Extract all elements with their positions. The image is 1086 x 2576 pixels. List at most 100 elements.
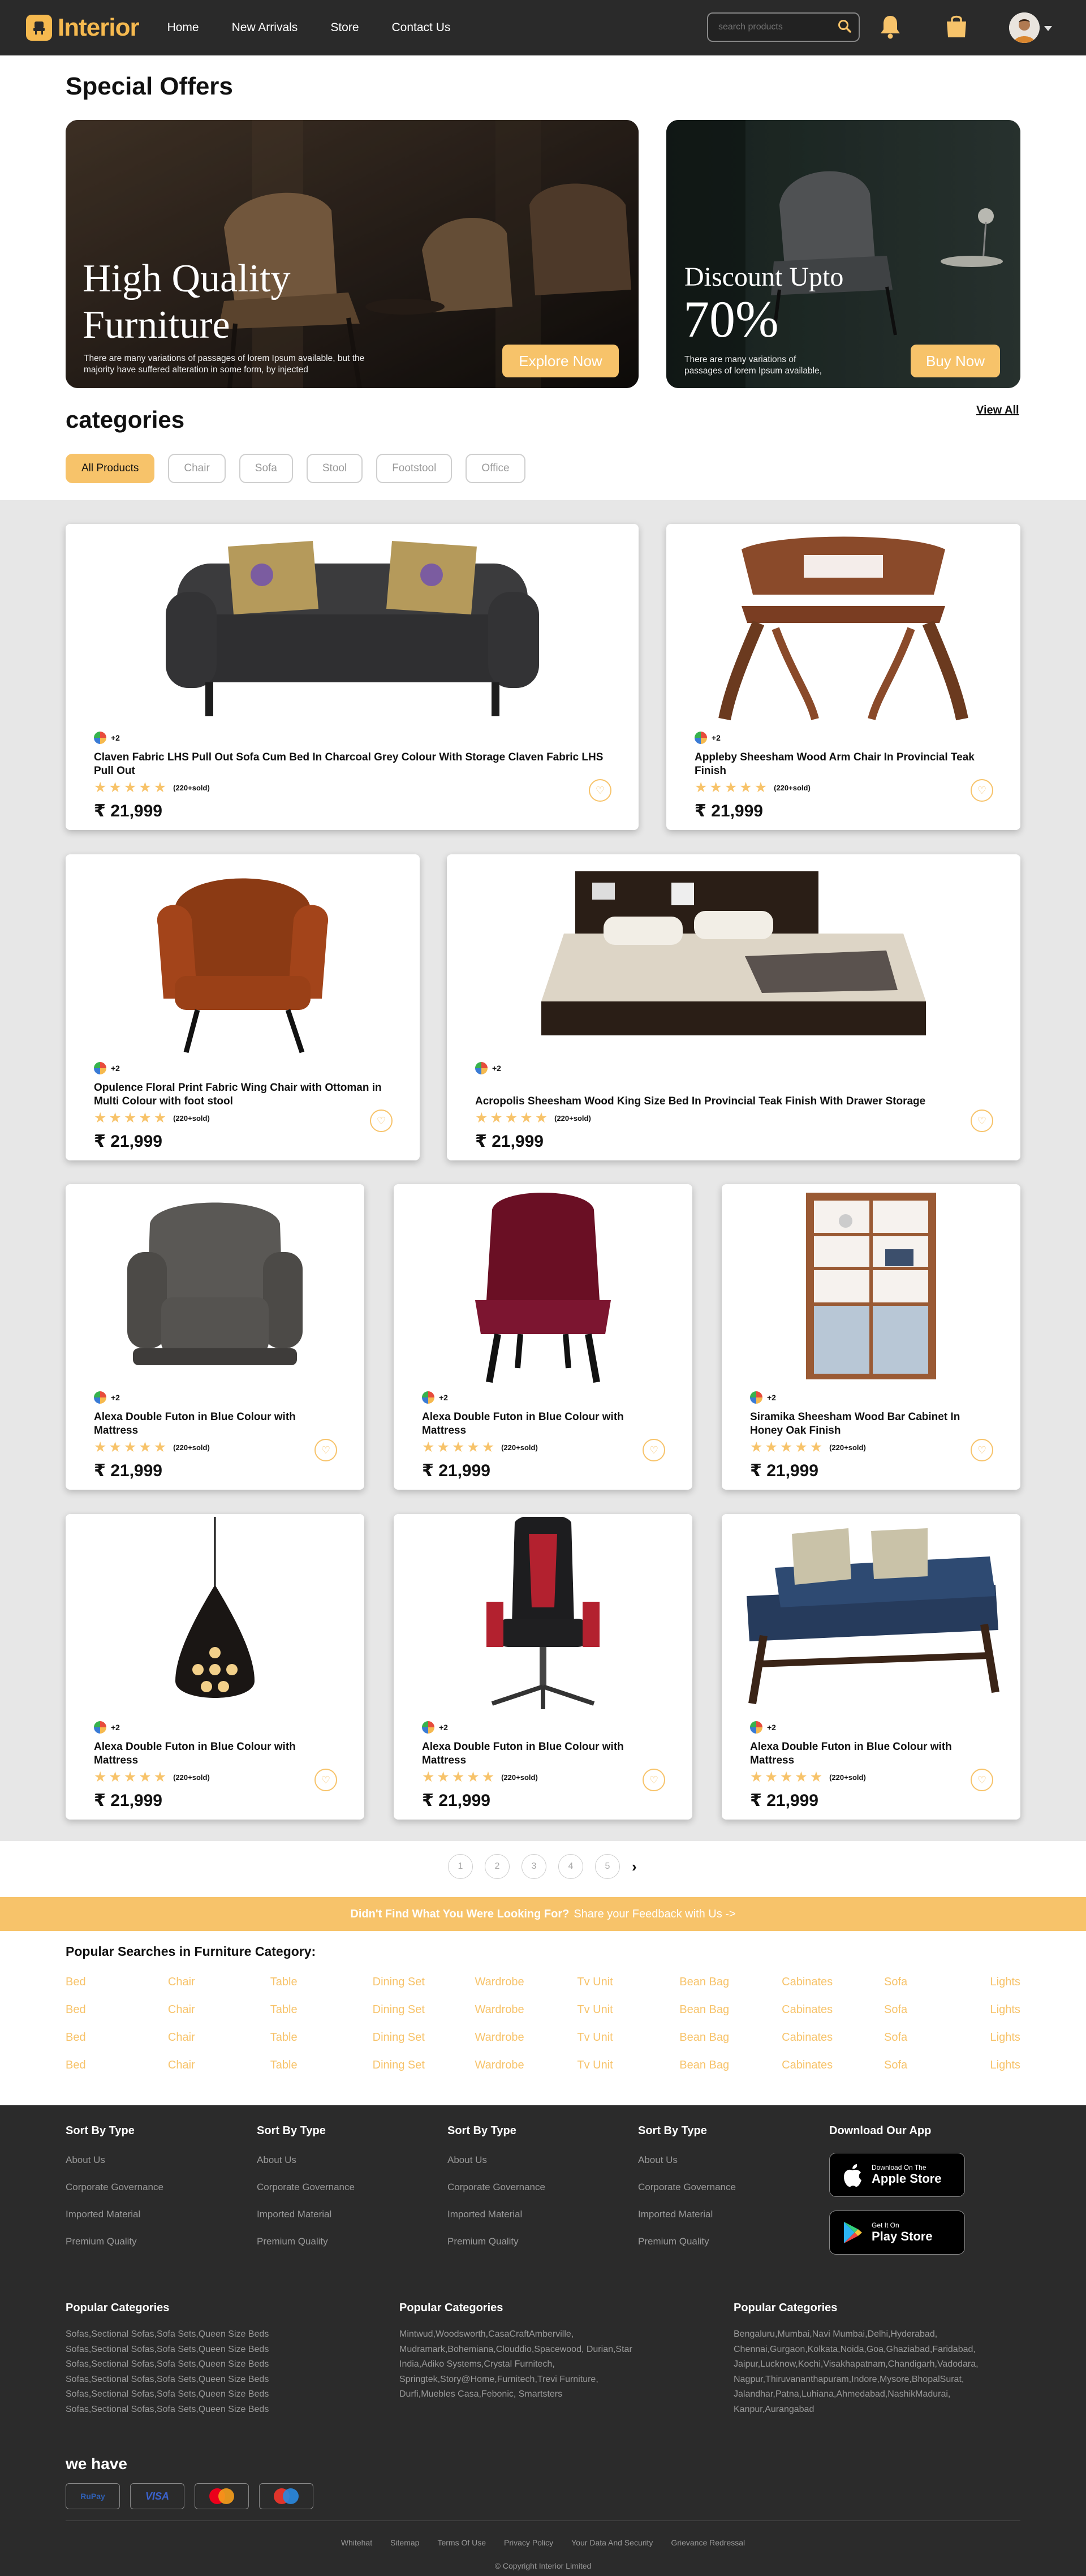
- product-name[interactable]: Alexa Double Futon in Blue Colour with M…: [750, 1740, 986, 1767]
- heart-icon[interactable]: ♡: [971, 1109, 993, 1132]
- filter-sofa[interactable]: Sofa: [239, 454, 293, 483]
- popular-search-link[interactable]: Cabinates: [782, 2031, 844, 2059]
- bell-icon[interactable]: [879, 14, 902, 42]
- heart-icon[interactable]: ♡: [643, 1769, 665, 1791]
- footer-link[interactable]: Premium Quality: [257, 2236, 355, 2247]
- heart-icon[interactable]: ♡: [971, 1769, 993, 1791]
- popular-search-link[interactable]: Bean Bag: [679, 2003, 742, 2031]
- popular-search-link[interactable]: Chair: [168, 1976, 230, 2003]
- heart-icon[interactable]: ♡: [643, 1439, 665, 1461]
- popular-search-link[interactable]: Lights: [986, 2031, 1020, 2059]
- popular-search-link[interactable]: Wardrobe: [475, 2031, 537, 2059]
- popular-search-link[interactable]: Table: [270, 2031, 333, 2059]
- popular-search-link[interactable]: Tv Unit: [577, 2003, 639, 2031]
- color-swatches[interactable]: +2: [422, 1391, 448, 1404]
- heart-icon[interactable]: ♡: [370, 1109, 393, 1132]
- popular-search-link[interactable]: Dining Set: [373, 2059, 435, 2087]
- product-name[interactable]: Alexa Double Futon in Blue Colour with M…: [422, 1410, 658, 1438]
- product-name[interactable]: Alexa Double Futon in Blue Colour with M…: [422, 1740, 658, 1767]
- popular-search-link[interactable]: Wardrobe: [475, 2059, 537, 2087]
- color-swatches[interactable]: +2: [94, 1062, 120, 1074]
- color-swatches[interactable]: +2: [94, 1721, 120, 1734]
- nav-home[interactable]: Home: [167, 21, 199, 35]
- product-card[interactable]: +2 Alexa Double Futon in Blue Colour wit…: [66, 1184, 364, 1490]
- product-name[interactable]: Siramika Sheesham Wood Bar Cabinet In Ho…: [750, 1410, 986, 1438]
- popular-search-link[interactable]: Cabinates: [782, 2059, 844, 2087]
- popular-search-link[interactable]: Sofa: [884, 2003, 946, 2031]
- footer-bottom-link[interactable]: Terms Of Use: [437, 2538, 486, 2547]
- popular-search-link[interactable]: Tv Unit: [577, 1976, 639, 2003]
- product-card[interactable]: +2 Opulence Floral Print Fabric Wing Cha…: [66, 854, 420, 1160]
- product-image[interactable]: [66, 1184, 364, 1388]
- nav-store[interactable]: Store: [330, 21, 359, 35]
- popular-search-link[interactable]: Lights: [986, 1976, 1020, 2003]
- color-swatches[interactable]: +2: [750, 1391, 776, 1404]
- page-2[interactable]: 2: [485, 1854, 510, 1879]
- footer-link[interactable]: Premium Quality: [447, 2236, 545, 2247]
- popular-search-link[interactable]: Tv Unit: [577, 2059, 639, 2087]
- product-image[interactable]: [66, 524, 639, 728]
- popular-search-link[interactable]: Table: [270, 1976, 333, 2003]
- popular-search-link[interactable]: Bean Bag: [679, 2031, 742, 2059]
- popular-search-link[interactable]: Dining Set: [373, 2003, 435, 2031]
- popular-search-link[interactable]: Lights: [986, 2059, 1020, 2087]
- brand-logo[interactable]: Interior: [26, 14, 140, 42]
- footer-link[interactable]: Corporate Governance: [257, 2182, 355, 2193]
- feedback-cta[interactable]: Share your Feedback with Us ->: [574, 1908, 735, 1921]
- footer-link[interactable]: Premium Quality: [66, 2236, 163, 2247]
- footer-link[interactable]: About Us: [66, 2154, 163, 2166]
- heart-icon[interactable]: ♡: [971, 1439, 993, 1461]
- footer-bottom-link[interactable]: Whitehat: [341, 2538, 372, 2547]
- footer-link[interactable]: About Us: [638, 2154, 736, 2166]
- product-name[interactable]: Alexa Double Futon in Blue Colour with M…: [94, 1410, 330, 1438]
- product-name[interactable]: Appleby Sheesham Wood Arm Chair In Provi…: [695, 751, 986, 778]
- nav-contact-us[interactable]: Contact Us: [392, 21, 451, 35]
- popular-search-link[interactable]: Bed: [66, 1976, 128, 2003]
- heart-icon[interactable]: ♡: [971, 779, 993, 802]
- popular-search-link[interactable]: Cabinates: [782, 2003, 844, 2031]
- product-card[interactable]: +2 Alexa Double Futon in Blue Colour wit…: [394, 1514, 692, 1820]
- footer-bottom-link[interactable]: Grievance Redressal: [671, 2538, 745, 2547]
- popular-search-link[interactable]: Chair: [168, 2031, 230, 2059]
- chevron-down-icon[interactable]: [1044, 26, 1052, 31]
- nav-new-arrivals[interactable]: New Arrivals: [232, 21, 298, 35]
- heart-icon[interactable]: ♡: [589, 779, 611, 802]
- product-image[interactable]: [66, 1514, 364, 1718]
- footer-link[interactable]: About Us: [447, 2154, 545, 2166]
- product-card[interactable]: +2 Siramika Sheesham Wood Bar Cabinet In…: [722, 1184, 1020, 1490]
- popular-search-link[interactable]: Tv Unit: [577, 2031, 639, 2059]
- product-card[interactable]: +2 Appleby Sheesham Wood Arm Chair In Pr…: [666, 524, 1020, 830]
- banner-high-quality[interactable]: High Quality Furniture There are many va…: [66, 120, 639, 388]
- product-name[interactable]: Acropolis Sheesham Wood King Size Bed In…: [475, 1095, 986, 1108]
- footer-link[interactable]: Imported Material: [447, 2209, 545, 2220]
- product-image[interactable]: [394, 1184, 692, 1388]
- filter-office[interactable]: Office: [466, 454, 525, 483]
- feedback-bar[interactable]: Didn't Find What You Were Looking For? S…: [0, 1897, 1086, 1931]
- footer-link[interactable]: Imported Material: [638, 2209, 736, 2220]
- product-name[interactable]: Claven Fabric LHS Pull Out Sofa Cum Bed …: [94, 751, 605, 778]
- popular-search-link[interactable]: Chair: [168, 2059, 230, 2087]
- popular-search-link[interactable]: Bean Bag: [679, 1976, 742, 2003]
- popular-search-link[interactable]: Sofa: [884, 2059, 946, 2087]
- page-3[interactable]: 3: [522, 1854, 546, 1879]
- search-input[interactable]: [718, 22, 837, 32]
- footer-bottom-link[interactable]: Privacy Policy: [504, 2538, 553, 2547]
- explore-now-button[interactable]: Explore Now: [502, 345, 619, 377]
- filter-all-products[interactable]: All Products: [66, 454, 155, 483]
- footer-link[interactable]: Imported Material: [66, 2209, 163, 2220]
- color-swatches[interactable]: +2: [94, 732, 120, 744]
- color-swatches[interactable]: +2: [422, 1721, 448, 1734]
- product-name[interactable]: Opulence Floral Print Fabric Wing Chair …: [94, 1081, 386, 1108]
- avatar[interactable]: [1009, 12, 1040, 43]
- popular-search-link[interactable]: Bed: [66, 2031, 128, 2059]
- footer-bottom-link[interactable]: Sitemap: [390, 2538, 419, 2547]
- color-swatches[interactable]: +2: [695, 732, 721, 744]
- page-4[interactable]: 4: [558, 1854, 583, 1879]
- popular-search-link[interactable]: Wardrobe: [475, 2003, 537, 2031]
- shopping-bag-icon[interactable]: [945, 14, 968, 42]
- filter-chair[interactable]: Chair: [168, 454, 226, 483]
- filter-footstool[interactable]: Footstool: [376, 454, 453, 483]
- apple-store-button[interactable]: Download On The Apple Store: [829, 2153, 965, 2197]
- product-card[interactable]: +2 Alexa Double Futon in Blue Colour wit…: [66, 1514, 364, 1820]
- footer-link[interactable]: About Us: [257, 2154, 355, 2166]
